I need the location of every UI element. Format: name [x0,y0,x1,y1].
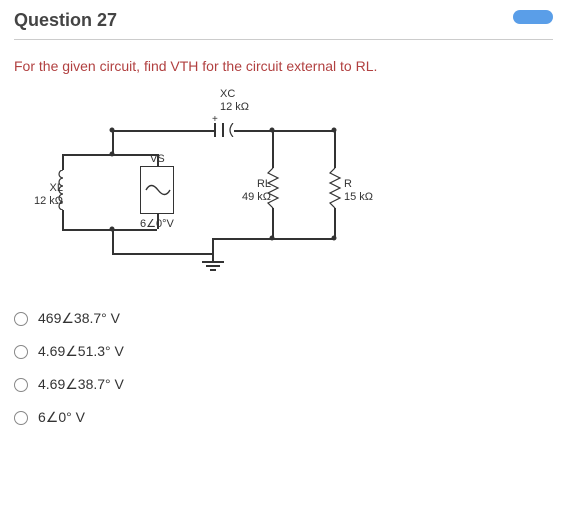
wire [272,130,274,168]
vs-value: 6∠0°V [140,218,174,231]
option-label: 6∠0° V [38,409,85,426]
xl-value: 12 kΩ [34,195,63,207]
question-header: Question 27 [14,10,553,40]
wire [334,208,336,238]
option-2[interactable]: 4.69∠51.3° V [14,335,553,368]
rl-label: RL 49 kΩ [242,178,271,204]
option-1[interactable]: 469∠38.7° V [14,302,553,335]
radio-icon [14,345,28,359]
wire [234,130,334,132]
rl-name: RL [257,178,271,190]
option-label: 469∠38.7° V [38,310,120,327]
option-3[interactable]: 4.69∠38.7° V [14,368,553,401]
r-label: R 15 kΩ [344,178,373,204]
wire [62,154,64,170]
wire [334,130,336,168]
option-label: 4.69∠38.7° V [38,376,124,393]
xc-value: 12 kΩ [220,101,249,113]
corner-badge [513,10,553,24]
wire [212,253,214,261]
rl-value: 49 kΩ [242,191,271,203]
radio-icon [14,378,28,392]
wire [112,253,213,255]
xc-label: XC 12 kΩ [220,88,249,114]
wire [62,229,112,231]
wire [272,208,274,238]
radio-icon [14,411,28,425]
r-value: 15 kΩ [344,191,373,203]
question-prompt: For the given circuit, find VTH for the … [14,58,553,74]
wire [112,130,214,132]
wire [62,210,64,230]
r-name: R [344,178,352,190]
xl-label: XL 12 kΩ [34,182,63,208]
vs-name: VS [150,153,165,166]
wire [62,154,112,156]
answer-options: 469∠38.7° V 4.69∠51.3° V 4.69∠38.7° V 6∠… [14,302,553,434]
wire [112,229,114,253]
option-4[interactable]: 6∠0° V [14,401,553,434]
xc-name: XC [220,88,235,100]
radio-icon [14,312,28,326]
option-label: 4.69∠51.3° V [38,343,124,360]
xl-name: XL [50,182,63,194]
voltage-source [140,166,174,214]
wire [212,238,214,253]
circuit-diagram: XC 12 kΩ + XL 12 kΩ VS 6∠0°V [22,88,402,278]
resistor-r [328,168,342,208]
